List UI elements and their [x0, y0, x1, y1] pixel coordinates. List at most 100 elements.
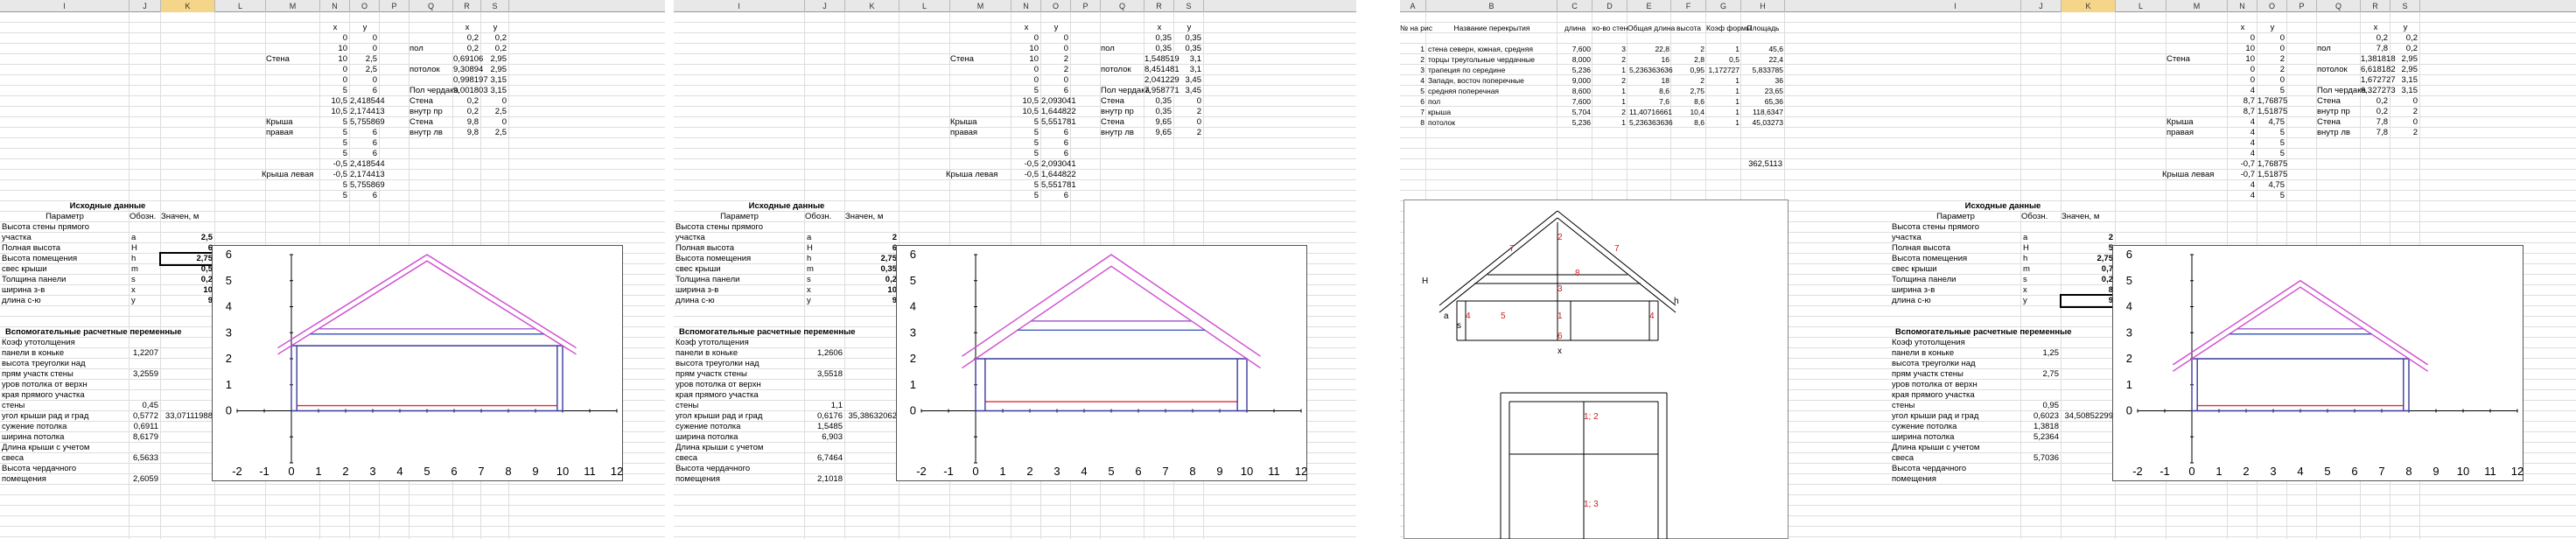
column-header-I[interactable]: I [1890, 0, 2021, 12]
column-header-K[interactable]: K [2062, 0, 2116, 12]
param-value[interactable]: 0,2 [161, 275, 213, 285]
param-value[interactable]: 10 [845, 285, 897, 296]
x-tick-label: 2 [342, 465, 348, 478]
param-value[interactable]: 0,2 [845, 275, 897, 285]
column-header-I[interactable]: I [674, 0, 805, 12]
aux-name: уров потолка от верхн [1892, 380, 1978, 389]
column-header-Q[interactable]: Q [1101, 0, 1144, 12]
right-y: 3,15 [490, 75, 508, 85]
column-header-K[interactable]: K [845, 0, 900, 12]
aux-name: свеса [2, 453, 24, 463]
column-header-L[interactable]: L [215, 0, 266, 12]
coord-y: 6 [372, 149, 377, 158]
column-header-N[interactable]: N [320, 0, 350, 12]
coord-x: 5 [342, 180, 347, 190]
column-header-O[interactable]: O [2258, 0, 2287, 12]
param-value[interactable]: 2,75 [159, 252, 214, 266]
column-header-L[interactable]: L [2116, 0, 2166, 12]
column-header-M[interactable]: M [950, 0, 1012, 12]
param-value[interactable]: 9 [2060, 294, 2115, 308]
stena-label: Стена [950, 54, 974, 64]
param-value[interactable]: 0,5 [161, 264, 213, 275]
column-header-C[interactable]: C [1558, 0, 1592, 12]
coord-y: 2,5 [365, 65, 377, 74]
column-header-N[interactable]: N [1012, 0, 1041, 12]
column-header-Q[interactable]: Q [2317, 0, 2361, 12]
right-y: 2 [1196, 128, 1201, 137]
x-tick-label: 11 [1268, 465, 1280, 478]
right-y: 0,2 [2405, 33, 2418, 43]
column-header-R[interactable]: R [2361, 0, 2390, 12]
param-value[interactable]: 8 [2062, 285, 2113, 296]
column-header-K[interactable]: K [161, 0, 215, 12]
coord-x: 0 [2250, 65, 2255, 74]
column-header-P[interactable]: P [380, 0, 410, 12]
column-header-bar[interactable]: IJKLMNOPQRS [1890, 0, 2576, 12]
table-cell: 1,172727 [1708, 66, 1740, 74]
aux-value: 1,2207 [132, 348, 158, 358]
x-tick-label: 9 [2432, 465, 2439, 478]
table-cell: Западн, восточ поперечные [1428, 76, 1524, 85]
param-value[interactable]: 6 [161, 243, 213, 254]
x-tick-label: 3 [2270, 465, 2276, 478]
table-head: Коэф формы [1706, 24, 1752, 32]
x-header: x [2240, 23, 2245, 32]
column-header-M[interactable]: M [2166, 0, 2228, 12]
right-x: 0,2 [466, 44, 479, 53]
column-header-B[interactable]: B [1426, 0, 1558, 12]
param-value[interactable]: 0,7 [2062, 264, 2113, 275]
column-header-J[interactable]: J [805, 0, 845, 12]
param-value[interactable]: 2,75 [845, 254, 898, 264]
column-header-J[interactable]: J [130, 0, 161, 12]
x-tick-label: 12 [611, 465, 623, 478]
table-cell: 16 [1661, 55, 1670, 64]
param-value[interactable]: 2 [2062, 233, 2113, 243]
column-header-G[interactable]: G [1706, 0, 1741, 12]
column-header-R[interactable]: R [1144, 0, 1174, 12]
column-header-bar[interactable]: ABCDEFGH [1400, 0, 1890, 12]
column-header-A[interactable]: A [1400, 0, 1426, 12]
column-header-N[interactable]: N [2228, 0, 2258, 12]
column-header-I[interactable]: I [0, 0, 130, 12]
column-header-bar[interactable]: IJKLMNOPQRS [674, 0, 1356, 12]
param-value[interactable]: 9 [845, 296, 897, 306]
column-header-F[interactable]: F [1671, 0, 1706, 12]
column-header-bar[interactable]: IJKLMNOPQRS [0, 0, 665, 12]
param-value[interactable]: 2,75 [2062, 254, 2114, 264]
drawing-label: 8 [1575, 269, 1580, 278]
coord-y: 1,644822 [1041, 107, 1076, 116]
column-header-O[interactable]: O [350, 0, 380, 12]
column-header-P[interactable]: P [1071, 0, 1101, 12]
column-header-R[interactable]: R [453, 0, 481, 12]
param-value[interactable]: 9 [161, 296, 213, 306]
right-y: 3,1 [1189, 65, 1201, 74]
param-value[interactable]: 2 [845, 233, 897, 243]
drawing-label: 5 [1501, 312, 1506, 321]
param-value[interactable]: 0,35 [845, 264, 898, 275]
column-header-S[interactable]: S [1174, 0, 1204, 12]
column-header-O[interactable]: O [1041, 0, 1071, 12]
aux-name: Коэф утотолщения [1892, 338, 1965, 347]
column-header-L[interactable]: L [900, 0, 950, 12]
right-y: 2,5 [494, 128, 507, 137]
column-header-J[interactable]: J [2021, 0, 2062, 12]
column-header-E[interactable]: E [1628, 0, 1671, 12]
param-value[interactable]: 10 [161, 285, 213, 296]
param-value[interactable]: 5 [2062, 243, 2113, 254]
column-header-Q[interactable]: Q [410, 0, 453, 12]
coord-y: 5 [2279, 86, 2285, 95]
table-cell: 2 [1700, 76, 1704, 85]
x-tick-label: -2 [2132, 465, 2143, 478]
param-value[interactable]: 6 [845, 243, 897, 254]
table-head: Название перекрытия [1453, 24, 1530, 32]
param-value[interactable]: 2,5 [161, 233, 213, 243]
column-header-S[interactable]: S [481, 0, 509, 12]
coord-y: 2,174413 [350, 107, 385, 116]
column-header-M[interactable]: M [266, 0, 320, 12]
column-header-P[interactable]: P [2287, 0, 2317, 12]
table-cell: 22,4 [1768, 55, 1783, 64]
column-header-S[interactable]: S [2390, 0, 2420, 12]
param-value[interactable]: 0,2 [2062, 275, 2113, 285]
column-header-H[interactable]: H [1741, 0, 1785, 12]
column-header-D[interactable]: D [1592, 0, 1628, 12]
